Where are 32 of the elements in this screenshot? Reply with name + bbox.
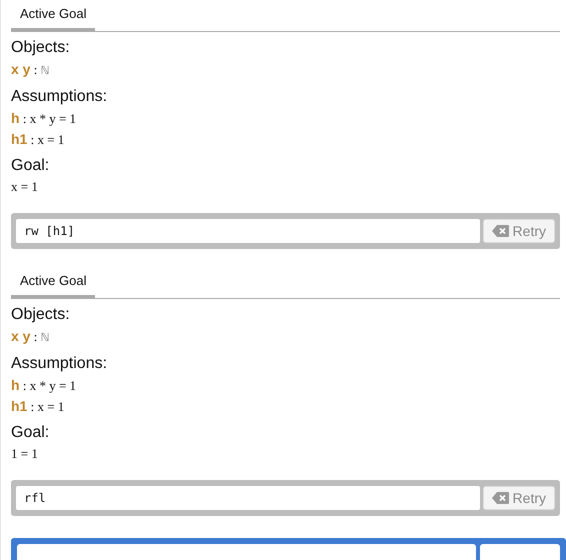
separator-colon: : — [22, 111, 28, 126]
command-field[interactable]: rw [h1] — [16, 219, 480, 243]
goal-tab[interactable]: Active Goal — [11, 268, 96, 299]
section-heading: Assumptions: — [11, 87, 108, 106]
separator-colon: : — [32, 329, 38, 344]
backspace-icon — [492, 492, 509, 504]
separator-colon: : — [32, 62, 38, 77]
variable-names: x y — [11, 61, 30, 77]
hypothesis-statement: x * y = 1 — [30, 111, 76, 126]
type-annotation: ℕ — [40, 331, 50, 344]
goal-statement: 1 = 1 — [11, 446, 38, 461]
hypothesis-name: h1 — [11, 398, 28, 414]
hypothesis-name: h — [11, 110, 20, 126]
goal-statement: x = 1 — [11, 179, 38, 194]
separator-colon: : — [22, 378, 28, 393]
section-heading: Goal: — [11, 156, 50, 175]
backspace-icon — [492, 225, 509, 237]
section-heading: Objects: — [11, 305, 71, 324]
hypothesis-statement: x * y = 1 — [30, 378, 76, 393]
type-annotation: ℕ — [40, 64, 50, 77]
section-heading: Goal: — [11, 423, 50, 442]
command-field[interactable]: rfl — [16, 486, 480, 510]
separator-colon: : — [30, 132, 36, 147]
section-heading: Assumptions: — [11, 354, 108, 373]
hypothesis-name: h1 — [11, 131, 28, 147]
variable-names: x y — [11, 328, 30, 344]
section-heading: Objects: — [11, 38, 71, 57]
separator-colon: : — [30, 399, 36, 414]
goal-tab[interactable]: Active Goal — [11, 2, 96, 32]
hypothesis-name: h — [11, 377, 20, 393]
hypothesis-statement: x = 1 — [37, 399, 64, 414]
hypothesis-statement: x = 1 — [37, 132, 64, 147]
